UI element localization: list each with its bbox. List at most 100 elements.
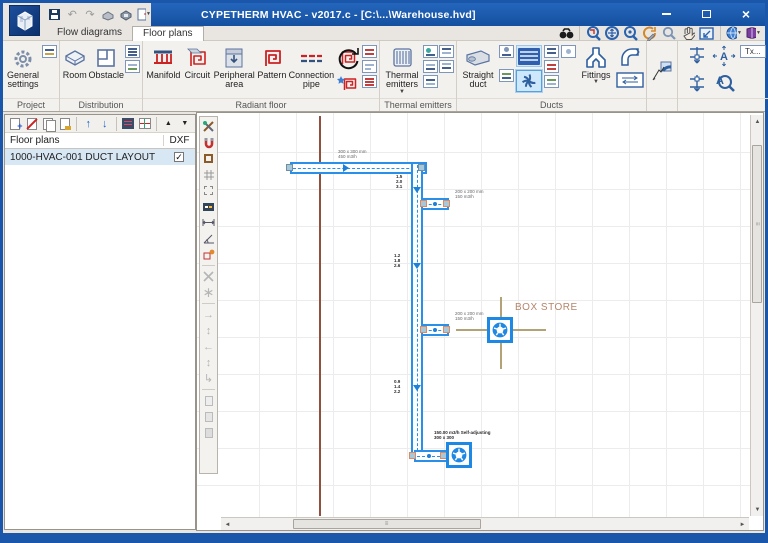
print-drawing-button[interactable] bbox=[100, 7, 115, 22]
stretch-button[interactable]: ↕ bbox=[201, 355, 216, 370]
layer2-button[interactable] bbox=[201, 409, 216, 424]
floor-plan-row[interactable]: 1000-HVAC-001 DUCT LAYOUT ✓ bbox=[5, 149, 195, 165]
duct-grip-selected[interactable] bbox=[443, 200, 450, 207]
element-query-button[interactable] bbox=[649, 58, 675, 84]
dxf-templates-button[interactable] bbox=[121, 117, 136, 131]
minimize-button[interactable] bbox=[653, 6, 679, 22]
duct-silencer-icon[interactable] bbox=[544, 75, 559, 88]
app-logo[interactable] bbox=[9, 5, 40, 36]
save-button[interactable] bbox=[47, 7, 62, 22]
online-resources-button[interactable]: ▼ bbox=[726, 25, 742, 41]
zoom-extents-button[interactable] bbox=[604, 25, 620, 41]
duct-bend-button[interactable] bbox=[618, 45, 642, 67]
emitter-view-icon[interactable] bbox=[439, 60, 454, 73]
move-vertical-button[interactable]: ↕ bbox=[201, 323, 216, 338]
room-button[interactable]: Room bbox=[62, 43, 87, 80]
plot-button[interactable] bbox=[118, 7, 133, 22]
fittings-button[interactable]: Fittings ▼ bbox=[578, 43, 614, 85]
add-floor-plan-button[interactable]: + bbox=[8, 117, 23, 131]
scroll-right-button[interactable]: ► bbox=[736, 518, 749, 531]
move-up-button[interactable]: ↑ bbox=[81, 117, 96, 131]
layer3-button[interactable] bbox=[201, 425, 216, 440]
ortho-button[interactable] bbox=[201, 151, 216, 166]
collapse-button[interactable]: ▲ bbox=[161, 117, 176, 131]
horizontal-scroll-thumb[interactable]: ≡ bbox=[293, 519, 481, 529]
close-button[interactable]: × bbox=[733, 6, 759, 22]
general-settings-button[interactable]: General settings bbox=[5, 43, 41, 90]
delete-floor-plan-button[interactable] bbox=[25, 117, 40, 131]
duct-main-horizontal[interactable] bbox=[290, 162, 427, 174]
regenerate-circuit-button[interactable] bbox=[335, 73, 361, 95]
connection-pipe-button[interactable]: Connection pipe bbox=[288, 43, 334, 90]
emitter-edit-icon[interactable] bbox=[423, 60, 438, 73]
zoom-window-button[interactable] bbox=[585, 25, 601, 41]
horizontal-scrollbar[interactable]: ◄ ≡ ► bbox=[221, 517, 749, 530]
thermal-emitters-button[interactable]: Thermal emitters ▼ bbox=[382, 43, 422, 95]
emitter-info-icon[interactable] bbox=[423, 75, 438, 88]
trim-button[interactable] bbox=[201, 269, 216, 284]
expand-button[interactable]: ▼ bbox=[178, 117, 193, 131]
tools-button[interactable] bbox=[201, 119, 216, 134]
help-button[interactable]: ▼ bbox=[745, 25, 761, 41]
duct-stamp-icon[interactable] bbox=[499, 45, 514, 58]
duct-grip-selected[interactable] bbox=[420, 326, 427, 333]
scroll-down-button[interactable]: ▼ bbox=[751, 503, 764, 516]
find-text-button[interactable]: A bbox=[712, 71, 736, 93]
duct-damper-icon[interactable] bbox=[544, 60, 559, 73]
undo-button[interactable]: ↶ bbox=[65, 7, 80, 22]
snap-button[interactable] bbox=[201, 135, 216, 150]
dxf-checkbox[interactable]: ✓ bbox=[174, 152, 184, 162]
scroll-left-button[interactable]: ◄ bbox=[221, 518, 234, 531]
angle-button[interactable] bbox=[201, 231, 216, 246]
selection-box-button[interactable] bbox=[201, 183, 216, 198]
edit-floor-plan-button[interactable] bbox=[58, 117, 73, 131]
duct-grip-selected[interactable] bbox=[420, 200, 427, 207]
circuit-list-icon[interactable] bbox=[362, 45, 377, 58]
branch-button[interactable]: ↳ bbox=[201, 371, 216, 386]
scroll-up-button[interactable]: ▲ bbox=[751, 115, 764, 128]
duct-image-icon[interactable] bbox=[499, 69, 514, 82]
fan-unit-box-store[interactable] bbox=[487, 317, 513, 343]
zoom-realtime-button[interactable] bbox=[661, 25, 677, 41]
vertical-scroll-thumb[interactable]: ≡ bbox=[752, 145, 762, 303]
rotate-circuit-button[interactable] bbox=[335, 45, 361, 71]
edit-project-icon[interactable] bbox=[42, 45, 57, 58]
dimension-down-button[interactable] bbox=[686, 45, 708, 67]
layer1-button[interactable] bbox=[201, 393, 216, 408]
grid-button[interactable] bbox=[201, 167, 216, 182]
copy-floor-plan-button[interactable] bbox=[41, 117, 56, 131]
room-view-icon[interactable] bbox=[125, 60, 140, 73]
dxf-layers-button[interactable] bbox=[138, 117, 153, 131]
duct-grip-selected[interactable] bbox=[443, 326, 450, 333]
move-text-button[interactable]: A bbox=[712, 45, 736, 67]
obstacle-button[interactable]: Obstacle bbox=[88, 43, 124, 80]
straight-duct-button[interactable]: Straight duct bbox=[459, 43, 497, 90]
search-button[interactable] bbox=[558, 25, 574, 41]
fullscreen-button[interactable] bbox=[699, 25, 715, 41]
dimension-up-button[interactable] bbox=[686, 71, 708, 93]
duct-accessory-icon[interactable] bbox=[544, 45, 559, 58]
fan-unit-bottom[interactable] bbox=[446, 442, 472, 468]
insert-text-button[interactable]: Tx... bbox=[740, 45, 766, 58]
fan-tool-button[interactable] bbox=[516, 70, 542, 92]
extend-button[interactable]: ∗ bbox=[201, 285, 216, 300]
redraw-button[interactable] bbox=[642, 25, 658, 41]
grille-tool-button[interactable] bbox=[516, 45, 542, 67]
object-snap-button[interactable] bbox=[201, 247, 216, 262]
duct-grip[interactable] bbox=[286, 164, 293, 171]
emitter-table-icon[interactable] bbox=[439, 45, 454, 58]
room-table-icon[interactable] bbox=[125, 45, 140, 58]
circuit-button[interactable]: Circuit bbox=[182, 43, 213, 80]
zoom-previous-button[interactable] bbox=[623, 25, 639, 41]
move-down-button[interactable]: ↓ bbox=[98, 117, 113, 131]
manifold-button[interactable]: Manifold bbox=[145, 43, 182, 80]
redo-button[interactable]: ↷ bbox=[83, 7, 98, 22]
move-right-button[interactable]: → bbox=[201, 307, 216, 322]
measure-button[interactable] bbox=[201, 215, 216, 230]
pattern-button[interactable]: Pattern bbox=[255, 43, 288, 80]
duct-grip-selected[interactable] bbox=[409, 452, 416, 459]
tab-floor-plans[interactable]: Floor plans bbox=[132, 26, 203, 41]
move-left-button[interactable]: ← bbox=[201, 339, 216, 354]
duct-grip[interactable] bbox=[418, 164, 425, 171]
pan-button[interactable] bbox=[680, 25, 696, 41]
